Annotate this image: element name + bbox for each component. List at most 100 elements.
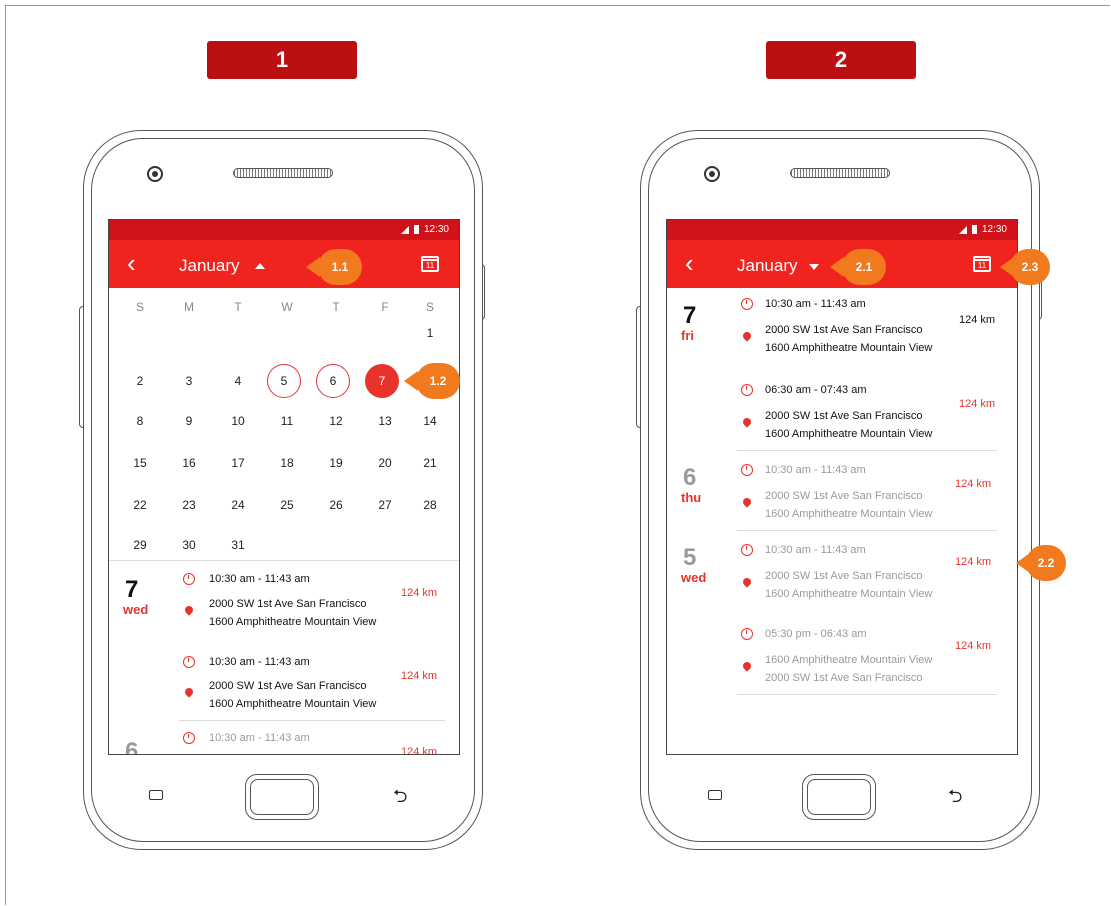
month-selector[interactable]: January [737, 256, 797, 276]
calendar-day[interactable]: 31 [223, 530, 253, 560]
calendar-day[interactable]: 22 [125, 490, 155, 520]
calendar-day[interactable]: 15 [125, 448, 155, 478]
callout-1-2: 1.2 [416, 363, 460, 399]
calendar-icon-date: 11 [425, 261, 435, 270]
day-number: 6 [125, 738, 139, 755]
calendar-day[interactable]: 25 [272, 490, 302, 520]
trip-from: 2000 SW 1st Ave San Francisco [765, 570, 923, 582]
divider [737, 530, 997, 531]
weekday-label: S [425, 300, 434, 314]
calendar-day[interactable]: 17 [223, 448, 253, 478]
calendar-icon[interactable]: 11 [973, 256, 991, 272]
phone-mockup-1: 12:30 ‹ January 11 S M T W T F S 1 2 3 4… [79, 130, 485, 850]
calendar-icon-date: 11 [977, 261, 987, 270]
calendar-day[interactable]: 20 [370, 448, 400, 478]
caret-up-icon[interactable] [255, 263, 265, 269]
callout-1-1: 1.1 [318, 249, 362, 285]
weekday-label: F [381, 300, 389, 314]
calendar-day[interactable]: 11 [272, 406, 302, 436]
month-selector[interactable]: January [179, 256, 239, 276]
trip-time: 05:30 pm - 06:43 am [765, 628, 867, 640]
calendar-day[interactable]: 19 [321, 448, 351, 478]
phone-screen-2: 12:30 ‹ January 11 7 fri 10:30 am - 11:4… [666, 219, 1018, 755]
location-pin-icon [741, 660, 753, 672]
divider [737, 694, 997, 695]
status-bar: 12:30 [109, 220, 459, 240]
back-arrow-icon[interactable]: ‹ [685, 250, 694, 276]
location-pin-icon [741, 416, 753, 428]
calendar-day-selected[interactable]: 7 [365, 364, 399, 398]
calendar-day[interactable]: 9 [174, 406, 204, 436]
caret-down-icon[interactable] [809, 264, 819, 270]
calendar-day[interactable]: 13 [370, 406, 400, 436]
calendar-day[interactable]: 23 [174, 490, 204, 520]
step-badge-2: 2 [766, 41, 916, 79]
calendar-day[interactable]: 3 [174, 366, 204, 396]
status-time: 12:30 [981, 224, 1007, 235]
calendar-day[interactable]: 18 [272, 448, 302, 478]
calendar-day[interactable]: 26 [321, 490, 351, 520]
calendar-day[interactable]: 16 [174, 448, 204, 478]
weekday-label: S [135, 300, 144, 314]
trip-to: 1600 Amphitheatre Mountain View [765, 508, 933, 520]
calendar-day[interactable]: 21 [415, 448, 445, 478]
calendar-day[interactable]: 24 [223, 490, 253, 520]
status-time: 12:30 [423, 224, 449, 235]
calendar-day[interactable]: 29 [125, 530, 155, 560]
location-pin-icon [183, 686, 195, 698]
calendar-day[interactable]: 1 [415, 318, 445, 348]
back-key-icon[interactable]: ⮌ [393, 784, 407, 814]
menu-key-icon[interactable] [708, 790, 722, 800]
calendar-day[interactable]: 8 [125, 406, 155, 436]
calendar-day[interactable]: 30 [174, 530, 204, 560]
calendar-day[interactable]: 27 [370, 490, 400, 520]
trip-to: 1600 Amphitheatre Mountain View [765, 428, 933, 440]
calendar-day-has-trips[interactable]: 6 [316, 364, 350, 398]
weekday-label: W [281, 300, 293, 314]
clock-icon [741, 464, 753, 476]
calendar-day[interactable]: 28 [415, 490, 445, 520]
trip-distance: 124 km [401, 587, 438, 599]
calendar-day[interactable]: 12 [321, 406, 351, 436]
clock-icon [741, 628, 753, 640]
divider [737, 450, 997, 451]
calendar-day[interactable]: 2 [125, 366, 155, 396]
location-pin-icon [741, 330, 753, 342]
day-name: fri [681, 328, 694, 343]
divider [109, 560, 459, 561]
back-arrow-icon[interactable]: ‹ [127, 250, 136, 276]
weekday-label: T [332, 300, 340, 314]
trip-time: 10:30 am - 11:43 am [765, 544, 866, 556]
calendar-day-has-trips[interactable]: 5 [267, 364, 301, 398]
trip-from: 2000 SW 1st Ave San Francisco [765, 410, 923, 422]
phone-screen-1: 12:30 ‹ January 11 S M T W T F S 1 2 3 4… [108, 219, 460, 755]
weekday-label: T [234, 300, 242, 314]
trip-distance: 124 km [955, 556, 992, 568]
trip-time: 10:30 am - 11:43 am [209, 573, 310, 585]
calendar-day[interactable]: 10 [223, 406, 253, 436]
trip-time: 10:30 am - 11:43 am [765, 298, 866, 310]
signal-icon [401, 226, 409, 234]
callout-2-2: 2.2 [1026, 545, 1066, 581]
trip-distance: 124 km [955, 640, 992, 652]
trip-from: 1600 Amphitheatre Mountain View [765, 654, 933, 666]
trip-distance: 124 km [401, 670, 438, 682]
home-button[interactable] [245, 774, 319, 820]
clock-icon [741, 544, 753, 556]
camera-icon [704, 166, 720, 182]
calendar-day[interactable]: 14 [415, 406, 445, 436]
menu-key-icon[interactable] [149, 790, 163, 800]
back-key-icon[interactable]: ⮌ [948, 784, 962, 814]
trip-time: 10:30 am - 11:43 am [765, 464, 866, 476]
day-name: thu [681, 490, 702, 505]
trip-to: 1600 Amphitheatre Mountain View [209, 616, 377, 628]
calendar-day[interactable]: 4 [223, 366, 253, 396]
signal-icon [959, 226, 967, 234]
home-button[interactable] [802, 774, 876, 820]
status-bar: 12:30 [667, 220, 1017, 240]
trip-from: 2000 SW 1st Ave San Francisco [765, 490, 923, 502]
trip-time: 10:30 am - 11:43 am [209, 732, 310, 744]
calendar-icon[interactable]: 11 [421, 256, 439, 272]
day-number: 6 [683, 464, 697, 491]
location-pin-icon [741, 576, 753, 588]
